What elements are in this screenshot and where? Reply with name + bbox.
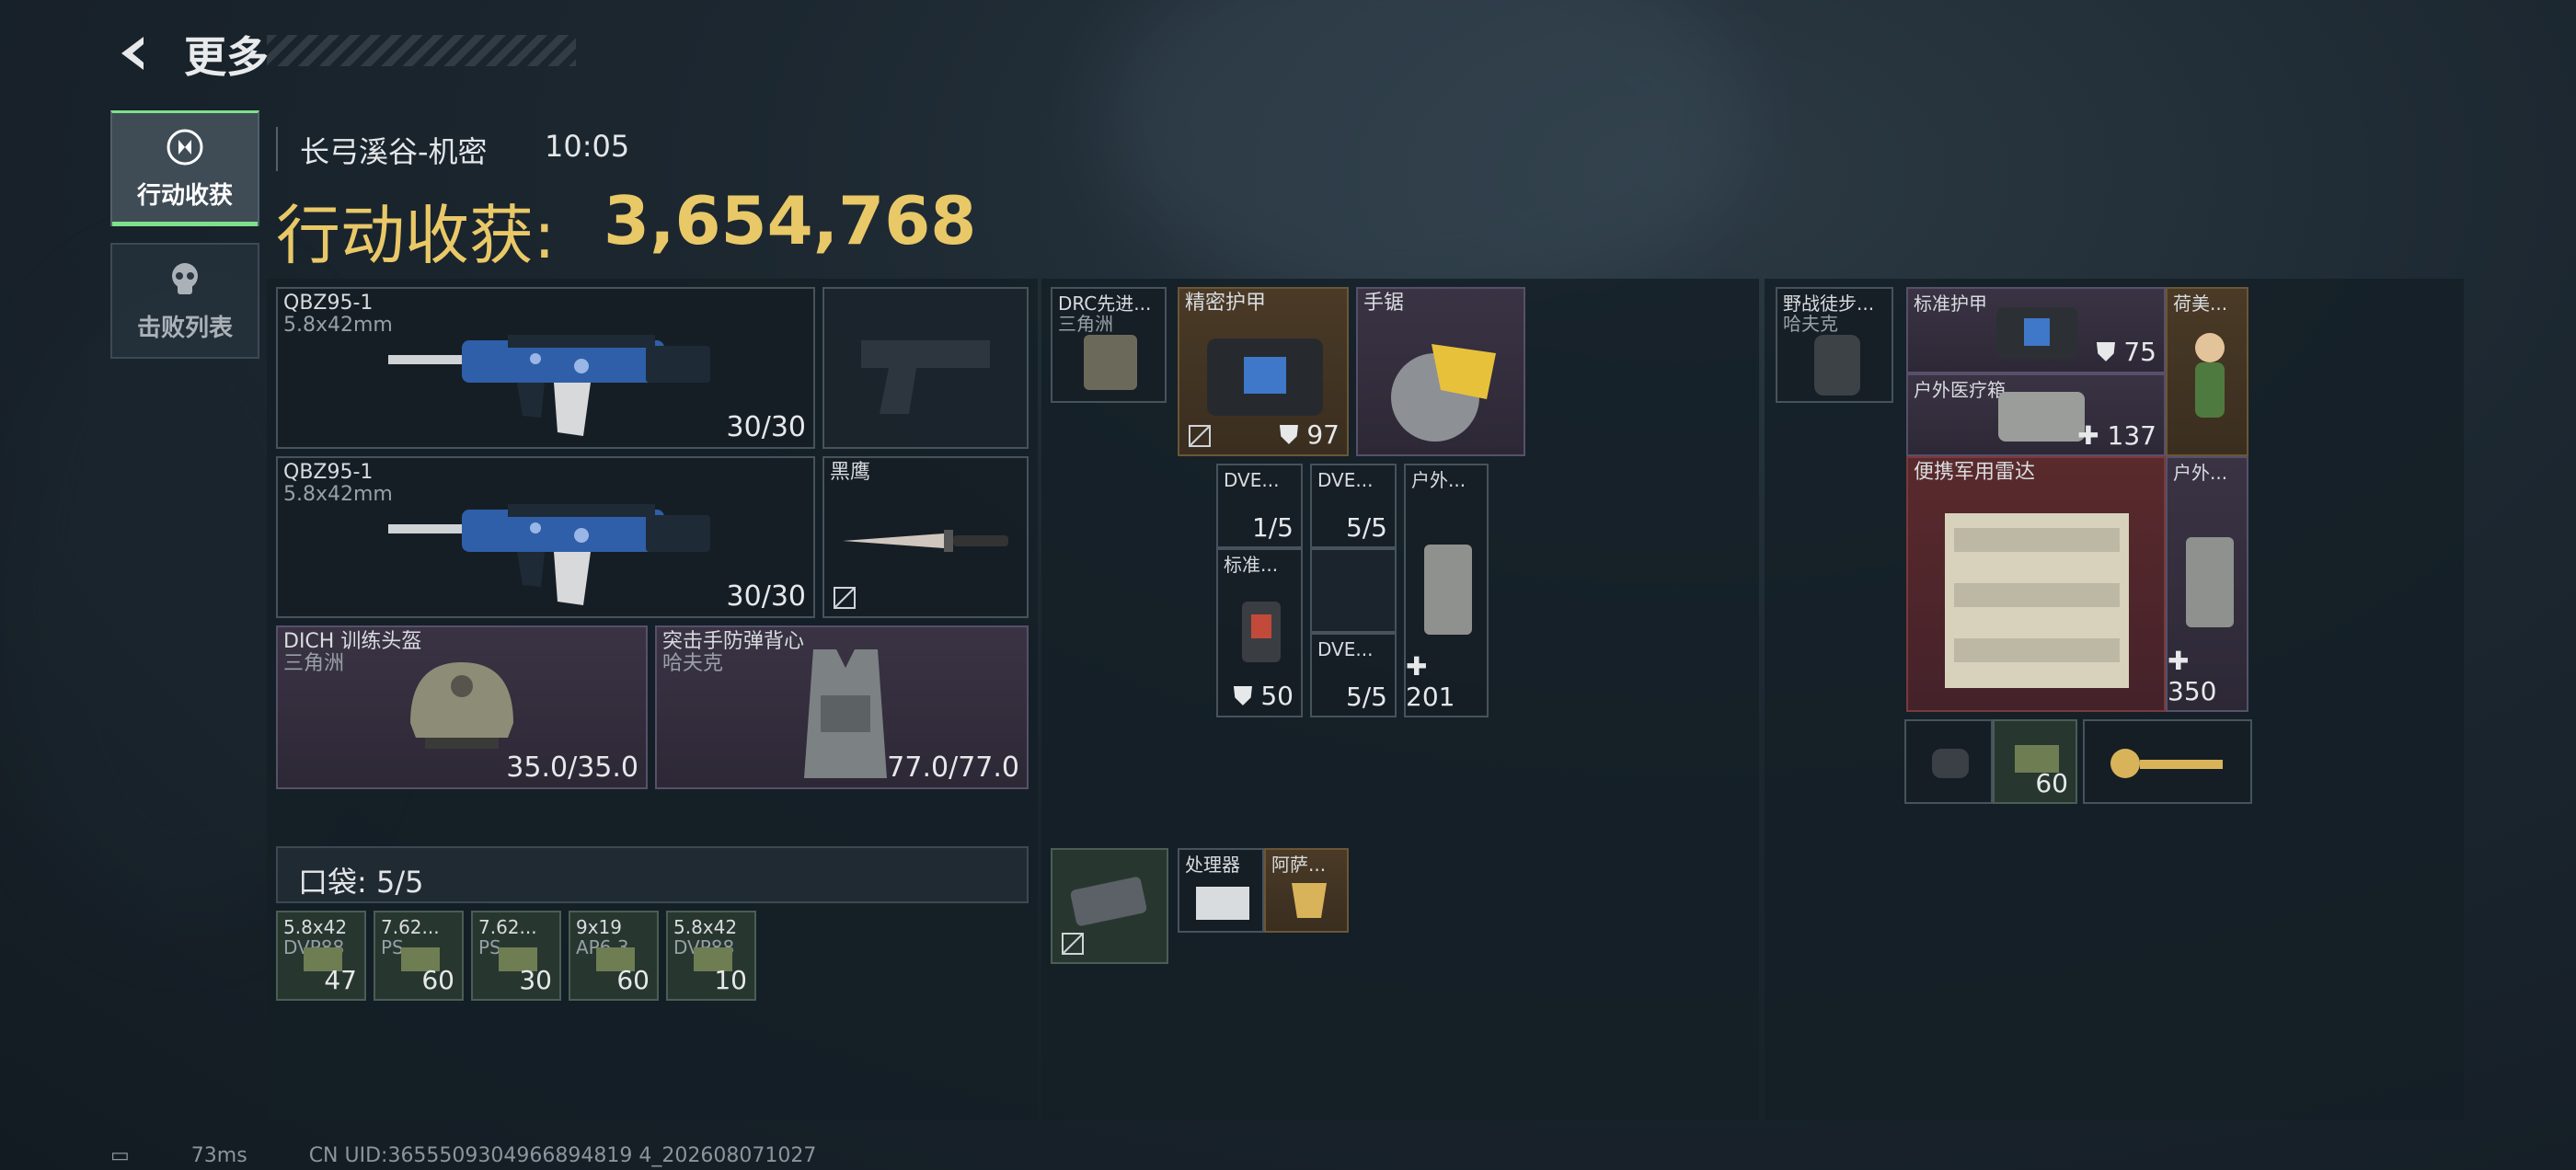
helmet-origin: 三角洲 xyxy=(283,652,345,675)
outdoor-item-slot[interactable]: 户外... ✚ 201 xyxy=(1404,464,1489,717)
armor-durability: 77.0/77.0 xyxy=(887,751,1019,784)
armor-pack-icon xyxy=(1207,338,1323,416)
armor-plate-icon xyxy=(1242,602,1281,662)
weapon-name: QBZ95-1 xyxy=(283,461,374,484)
background-glow xyxy=(1104,0,1748,313)
figurine-icon xyxy=(2195,333,2225,418)
radar-slot[interactable]: 便携军用雷达 xyxy=(1906,456,2166,712)
melee-slot[interactable]: 黑鹰 xyxy=(822,456,1029,618)
primary-weapon-slot-1[interactable]: QBZ95-1 5.8x42mm 30/30 xyxy=(276,287,815,449)
grip-slot[interactable] xyxy=(1904,719,1993,804)
secure-case-slot[interactable] xyxy=(1051,848,1168,964)
footer: ▭ 73ms CN UID:3655509304966894819 4_2026… xyxy=(110,1144,871,1167)
ping-text: 73ms xyxy=(190,1144,247,1167)
empty-slot[interactable] xyxy=(1310,548,1397,633)
processor-icon xyxy=(1196,887,1249,920)
pocket-item[interactable]: 5.8x42 DVP88 10 xyxy=(666,911,756,1001)
back-arrow-icon xyxy=(121,37,144,70)
standard-item-slot[interactable]: 标准... ⛊ 50 xyxy=(1216,548,1303,717)
pocket-item[interactable]: 5.8x42 DVP88 47 xyxy=(276,911,366,1001)
armor-origin: 哈夫克 xyxy=(662,652,724,675)
back-button[interactable] xyxy=(109,29,160,77)
armor-pack-icon xyxy=(1996,307,2077,359)
loot-icon xyxy=(167,129,203,166)
armor-value: ⛊ 97 xyxy=(1279,419,1340,450)
pockets-count: 5/5 xyxy=(375,865,424,900)
pocket-item[interactable]: 7.62... PS 30 xyxy=(471,911,561,1001)
helmet-durability: 35.0/35.0 xyxy=(506,751,638,784)
weapon-ammo: 30/30 xyxy=(726,411,806,443)
ayurveda-slot[interactable]: 阿萨... xyxy=(1264,848,1349,933)
armor-slot[interactable]: 突击手防弹背心 哈夫克 77.0/77.0 xyxy=(655,625,1029,789)
tab-defeat-list[interactable]: 击败列表 xyxy=(110,243,259,359)
radar-icon xyxy=(1945,513,2129,688)
skull-icon xyxy=(172,262,198,294)
backpack-icon xyxy=(1814,335,1860,396)
vest-icon xyxy=(804,649,887,778)
chest-rig-slot[interactable]: DRC先进... 三角洲 xyxy=(1051,287,1167,403)
saw-icon xyxy=(1391,344,1496,442)
not-insured-icon xyxy=(1062,933,1084,955)
pockets-header: 口袋: 5/5 xyxy=(276,846,1029,903)
golden-cup-icon xyxy=(1292,883,1327,918)
outdoor-medkit-slot[interactable]: 户外医疗箱 ✚ 137 xyxy=(1906,373,2166,456)
dve-slot-2[interactable]: DVE... 5/5 xyxy=(1310,464,1397,548)
map-name: 长弓溪谷-机密 xyxy=(300,134,488,169)
medkit-icon xyxy=(2186,537,2234,627)
backpack-slot[interactable]: 野战徒步... 哈夫克 xyxy=(1776,287,1893,403)
medkit-icon xyxy=(1424,545,1472,635)
outdoor-item-slot-2[interactable]: 户外... ✚ 350 xyxy=(2166,456,2248,712)
pocket-item[interactable]: 9x19 AP6.3 60 xyxy=(569,911,659,1001)
plus-icon: ✚ xyxy=(2168,646,2190,676)
sidearm-slot-empty[interactable] xyxy=(822,287,1029,449)
haul-value: 3,654,768 xyxy=(604,182,977,259)
ammo-box-slot[interactable]: 60 xyxy=(1993,719,2077,804)
figurine-slot[interactable]: 荷美... xyxy=(2166,287,2248,456)
tab-defeat-list-label: 击败列表 xyxy=(136,314,233,342)
helmet-slot[interactable]: DICH 训练头盔 三角洲 35.0/35.0 xyxy=(276,625,648,789)
shield-icon: ⛊ xyxy=(1233,681,1253,711)
header-stripe xyxy=(267,35,576,66)
chest-rig-icon xyxy=(1084,335,1137,390)
melee-name: 黑鹰 xyxy=(830,461,871,484)
shield-icon: ⛊ xyxy=(2096,337,2116,367)
session-divider xyxy=(276,127,278,171)
golden-key-icon xyxy=(2110,749,2223,778)
processor-slot[interactable]: 处理器 xyxy=(1178,848,1264,933)
not-insured-icon xyxy=(834,587,856,609)
battery-icon: ▭ xyxy=(110,1144,130,1167)
armor-name: 突击手防弹背心 xyxy=(662,630,805,653)
pockets-label: 口袋: 5/5 xyxy=(298,865,424,900)
key-slot[interactable] xyxy=(2083,719,2252,804)
tab-loot[interactable]: 行动收获 xyxy=(110,110,259,226)
plus-icon: ✚ xyxy=(1406,651,1428,682)
precision-armor-slot[interactable]: 精密护甲 ⛊ 97 xyxy=(1178,287,1349,456)
shield-icon: ⛊ xyxy=(1279,419,1299,450)
dve-slot-1[interactable]: DVE... 1/5 xyxy=(1216,464,1303,548)
page-title: 更多 xyxy=(184,32,269,82)
standard-armor-slot[interactable]: 标准护甲 ⛊ 75 xyxy=(1906,287,2166,373)
primary-weapon-slot-2[interactable]: QBZ95-1 5.8x42mm 30/30 xyxy=(276,456,815,618)
session-time: 10:05 xyxy=(545,129,630,164)
secure-case-icon xyxy=(1070,877,1147,926)
not-insured-icon xyxy=(1189,425,1211,447)
knife-icon xyxy=(843,530,1008,552)
uid-text: CN UID:3655509304966894819 4_20260807102… xyxy=(308,1144,817,1167)
plus-icon: ✚ xyxy=(2077,420,2099,451)
hand-saw-slot[interactable]: 手锯 xyxy=(1356,287,1525,456)
tab-loot-label: 行动收获 xyxy=(136,182,233,210)
grip-icon xyxy=(1932,749,1969,778)
weapon-name: QBZ95-1 xyxy=(283,292,374,315)
weapon-ammo: 30/30 xyxy=(726,580,806,613)
pocket-item[interactable]: 7.62... PS 60 xyxy=(374,911,464,1001)
rifle-icon xyxy=(388,504,710,605)
haul-label: 行动收获: xyxy=(276,198,556,273)
rifle-icon xyxy=(388,335,710,436)
pistol-silhouette-icon xyxy=(861,340,990,414)
dve-slot-3[interactable]: DVE... 5/5 xyxy=(1310,633,1397,717)
